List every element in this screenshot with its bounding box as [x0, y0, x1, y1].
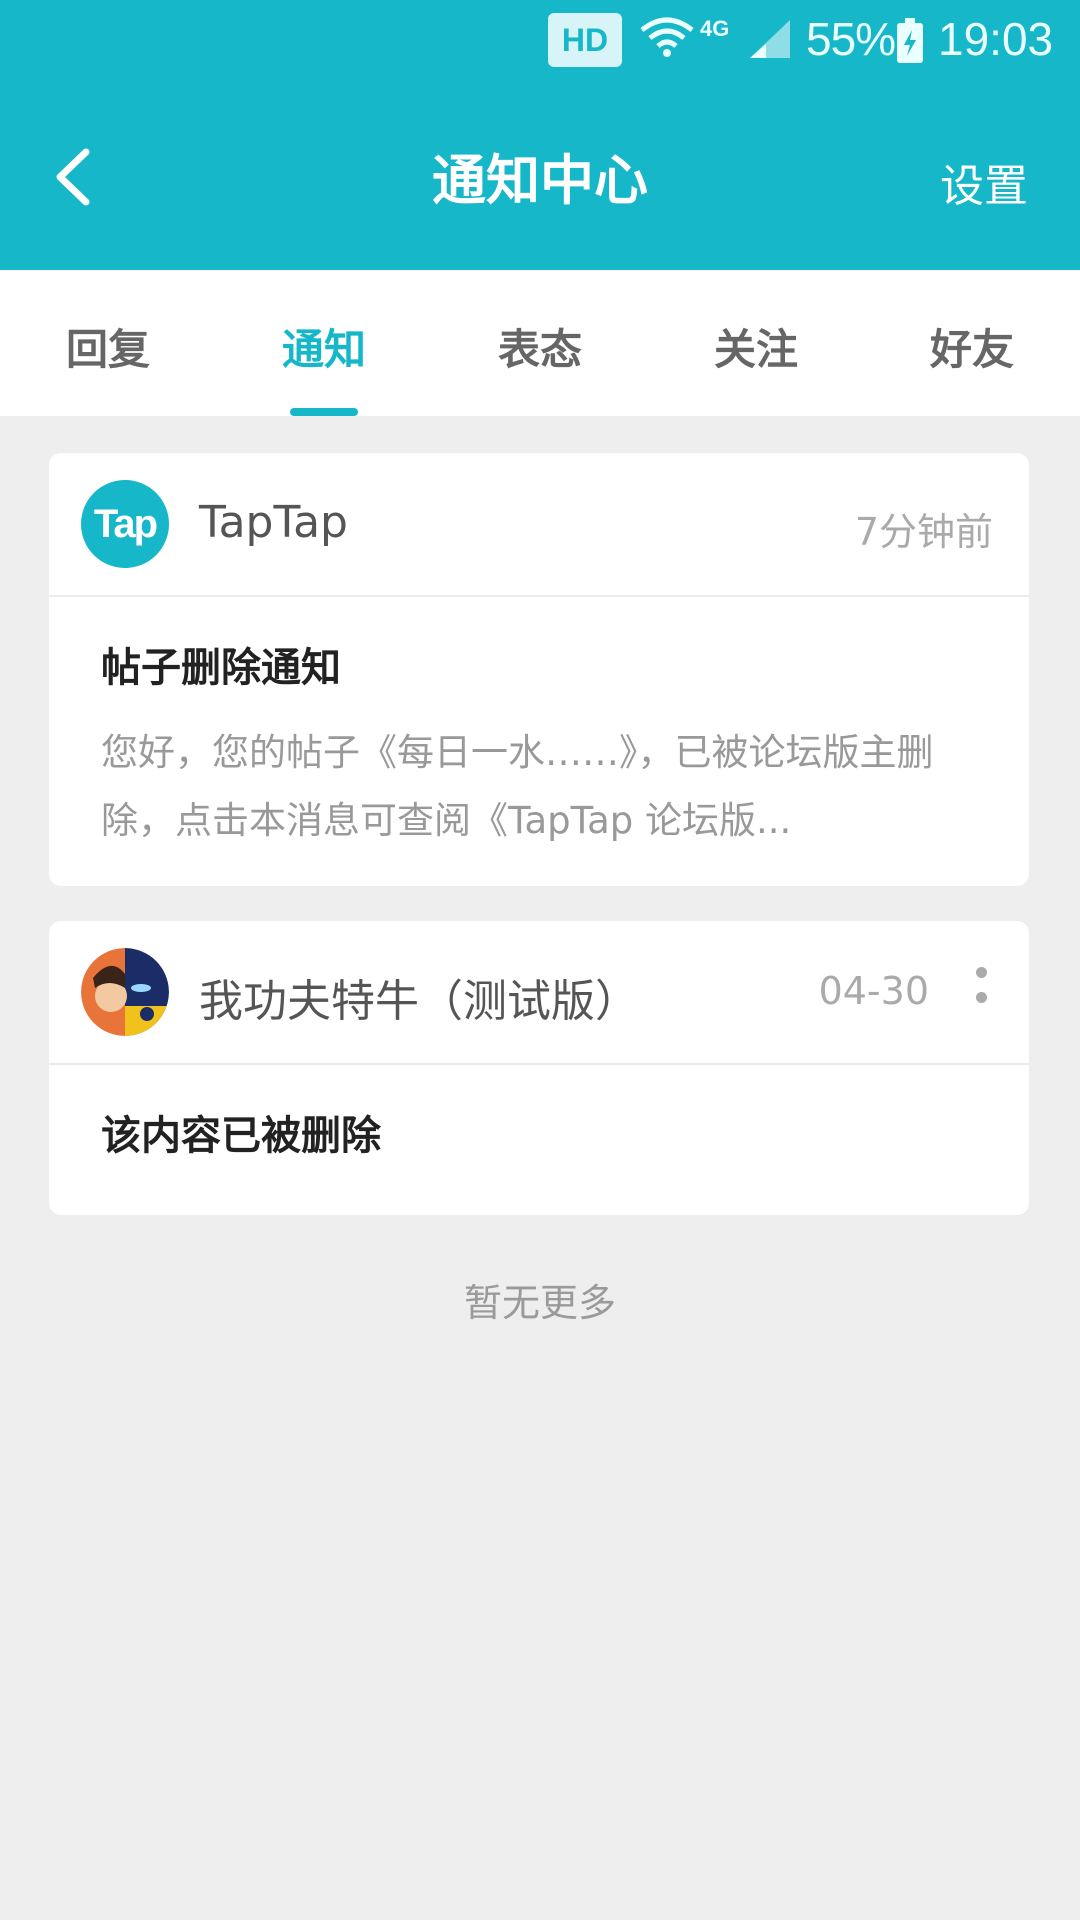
tab-reply[interactable]: 回复: [18, 316, 198, 377]
page-title: 通知中心: [432, 149, 648, 212]
tab-reaction[interactable]: 表态: [450, 316, 630, 377]
notification-title: 该内容已被删除: [101, 1113, 381, 1159]
tab-bar: 回复 通知 表态 关注 好友: [0, 270, 1080, 416]
card-body: 帖子删除通知 您好，您的帖子《每日一水……》，已被论坛版主删除，点击本消息可查阅…: [49, 597, 1029, 855]
clock: 19:03: [938, 13, 1054, 65]
battery-icon: [897, 18, 923, 63]
sender-name: TapTap: [199, 497, 348, 548]
more-options-icon[interactable]: [971, 967, 991, 1017]
card-body: 该内容已被删除: [49, 1065, 1029, 1161]
notification-card[interactable]: 我功夫特牛（测试版） 04-30 该内容已被删除: [49, 921, 1029, 1215]
game-avatar-icon: [81, 948, 169, 1036]
wifi-icon: [640, 17, 694, 57]
taptap-logo-avatar: Tap: [81, 480, 169, 568]
network-type: 4G: [700, 16, 730, 41]
notification-time: 7分钟前: [854, 510, 993, 554]
notification-text: 您好，您的帖子《每日一水……》，已被论坛版主删除，点击本消息可查阅《TapTap…: [101, 731, 934, 842]
notification-card[interactable]: Tap TapTap 7分钟前 帖子删除通知 您好，您的帖子《每日一水……》，已…: [49, 453, 1029, 886]
header-bar: 通知中心 设置: [0, 84, 1080, 270]
card-header: 我功夫特牛（测试版） 04-30: [49, 921, 1029, 1065]
settings-button[interactable]: 设置: [940, 150, 1028, 214]
status-bar: HD 4G 55% 19:03: [0, 0, 1080, 84]
tab-notice[interactable]: 通知: [234, 316, 414, 377]
card-header: Tap TapTap 7分钟前: [49, 453, 1029, 597]
signal-icon: [750, 20, 790, 58]
tab-follow[interactable]: 关注: [666, 316, 846, 377]
no-more-label: 暂无更多: [463, 1281, 616, 1325]
battery-percent: 55%: [806, 13, 896, 65]
app-root: HD 4G 55% 19:03 通知中心 设置 回复 通知 表态 关注 好友 T…: [0, 0, 1080, 1920]
notification-title: 帖子删除通知: [101, 645, 341, 691]
tab-friends[interactable]: 好友: [882, 316, 1062, 377]
active-tab-indicator: [290, 408, 358, 416]
sender-name: 我功夫特牛（测试版）: [199, 976, 639, 1027]
hd-badge: HD: [548, 13, 622, 67]
notification-time: 04-30: [818, 969, 929, 1013]
